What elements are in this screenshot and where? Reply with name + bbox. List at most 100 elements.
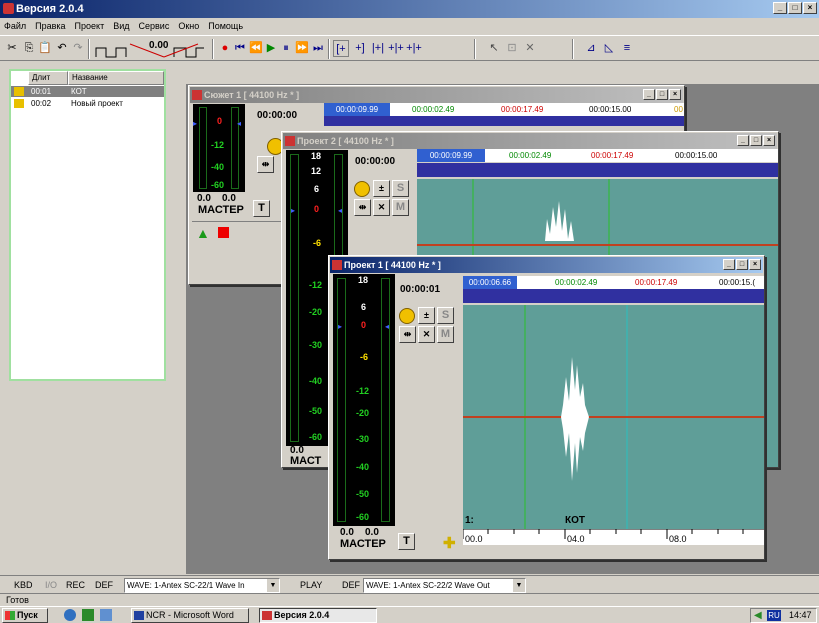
column-header-duration[interactable]: Длит: [28, 71, 68, 85]
route-button[interactable]: ⇹: [257, 156, 274, 173]
window-title[interactable]: Проект 1 [ 44100 Hz * ] _ □ ×: [330, 257, 763, 273]
start-button[interactable]: Пуск: [2, 608, 48, 623]
timeline-bar[interactable]: [463, 289, 764, 303]
maximize-button[interactable]: □: [656, 89, 668, 100]
close-button[interactable]: ×: [763, 135, 775, 146]
mute-button[interactable]: M: [392, 199, 409, 216]
wave-in-select[interactable]: WAVE: 1-Antex SC-22/1 Wave In ▼: [124, 578, 280, 593]
desktop-icon[interactable]: [82, 609, 94, 621]
record-arm-icon[interactable]: [354, 181, 370, 197]
monitor-button[interactable]: ±: [418, 307, 435, 324]
mark-range-icon[interactable]: |+|: [370, 40, 386, 57]
skip-start-icon[interactable]: ⏮: [233, 40, 247, 57]
menu-help[interactable]: Помощь: [208, 18, 243, 34]
maximize-button[interactable]: □: [736, 259, 748, 270]
fader-right-icon[interactable]: ◂: [338, 206, 342, 215]
maximize-button[interactable]: □: [788, 2, 802, 14]
redo-icon[interactable]: ↷: [71, 40, 85, 57]
minimize-button[interactable]: _: [737, 135, 749, 146]
envelope-button[interactable]: ✕: [373, 199, 390, 216]
up-arrow-icon[interactable]: ▲: [196, 225, 210, 241]
stop-icon[interactable]: [218, 227, 229, 238]
menu-file[interactable]: Файл: [4, 18, 26, 34]
fast-forward-icon[interactable]: ⏩: [295, 40, 309, 57]
chevron-down-icon[interactable]: ▼: [267, 579, 279, 592]
app-icon: [262, 611, 272, 620]
fader-left-icon[interactable]: ▸: [193, 119, 197, 128]
language-indicator[interactable]: RU: [767, 610, 781, 621]
time-ruler[interactable]: 00.0 04.0 08.0: [463, 529, 764, 545]
list-item[interactable]: 00:01 КОТ: [11, 86, 164, 97]
menu-project[interactable]: Проект: [75, 18, 105, 34]
solo-button[interactable]: S: [392, 180, 409, 197]
mute-button[interactable]: M: [437, 326, 454, 343]
solo-button[interactable]: S: [437, 307, 454, 324]
def-in-button[interactable]: DEF: [95, 578, 113, 592]
fader-left-icon[interactable]: ▸: [291, 206, 295, 215]
undo-icon[interactable]: ↶: [55, 40, 69, 57]
scrub-slider[interactable]: 0.00: [94, 40, 206, 58]
mix-icon[interactable]: ≡: [619, 40, 635, 57]
menu-window[interactable]: Окно: [178, 18, 199, 34]
fade-out-icon[interactable]: ◺: [601, 40, 617, 57]
menu-view[interactable]: Вид: [113, 18, 129, 34]
zoom-tool-icon[interactable]: ⊡: [505, 40, 519, 57]
route-button[interactable]: ⇹: [399, 326, 416, 343]
minimize-button[interactable]: _: [643, 89, 655, 100]
rewind-icon[interactable]: ⏪: [249, 40, 263, 57]
mark-out-icon[interactable]: +]: [352, 40, 368, 57]
window-title[interactable]: Сюжет 1 [ 44100 Hz * ] _ □ ×: [190, 87, 683, 103]
monitor-button[interactable]: ±: [373, 180, 390, 197]
pause-icon[interactable]: ⏸: [280, 40, 292, 57]
play-icon[interactable]: ▶: [265, 40, 277, 57]
copy-icon[interactable]: ⎘: [22, 40, 36, 57]
mark-in-icon[interactable]: [+: [333, 40, 349, 57]
text-button[interactable]: T: [398, 533, 415, 550]
explorer-icon[interactable]: [100, 609, 112, 621]
fader-left-icon[interactable]: ▸: [338, 322, 342, 331]
browser-icon[interactable]: [64, 609, 76, 621]
cut-icon[interactable]: ✂: [5, 40, 19, 57]
io-button[interactable]: I/O: [45, 578, 57, 592]
task-versiya[interactable]: Версия 2.0.4: [259, 608, 377, 623]
envelope-button[interactable]: ✕: [418, 326, 435, 343]
record-arm-icon[interactable]: [399, 308, 415, 324]
fade-in-icon[interactable]: ⊿: [583, 40, 599, 57]
pointer-tool-icon[interactable]: ↖: [487, 40, 501, 57]
app-title: Версия 2.0.4: [16, 3, 84, 15]
window-title[interactable]: Проект 2 [ 44100 Hz * ] _ □ ×: [283, 133, 777, 149]
def-out-button[interactable]: DEF: [342, 578, 360, 592]
close-button[interactable]: ×: [749, 259, 761, 270]
join-icon[interactable]: +|+: [406, 40, 422, 57]
list-item[interactable]: 00:02 Новый проект: [11, 98, 164, 109]
task-word[interactable]: NCR - Microsoft Word: [131, 608, 249, 623]
skip-end-icon[interactable]: ⏭: [311, 40, 325, 57]
close-button[interactable]: ×: [803, 2, 817, 14]
volume-icon[interactable]: ◀: [754, 610, 762, 621]
waveform-track[interactable]: 1: КОТ: [463, 305, 764, 529]
wave-out-select[interactable]: WAVE: 1-Antex SC-22/2 Wave Out ▼: [363, 578, 526, 593]
route-button[interactable]: ⇹: [354, 199, 371, 216]
chevron-down-icon[interactable]: ▼: [513, 579, 525, 592]
minimize-button[interactable]: _: [723, 259, 735, 270]
column-header-name[interactable]: Название: [68, 71, 164, 85]
text-button[interactable]: T: [253, 200, 270, 217]
maximize-button[interactable]: □: [750, 135, 762, 146]
menu-service[interactable]: Сервис: [139, 18, 170, 34]
fader-right-icon[interactable]: ◂: [237, 119, 241, 128]
rec-button[interactable]: REC: [66, 578, 85, 592]
timeline-bar[interactable]: [324, 116, 684, 126]
fader-right-icon[interactable]: ◂: [385, 322, 389, 331]
kbd-button[interactable]: KBD: [14, 578, 33, 592]
paste-icon[interactable]: 📋: [38, 40, 52, 57]
record-icon[interactable]: ●: [219, 40, 231, 57]
delete-tool-icon[interactable]: ✕: [523, 40, 537, 57]
close-button[interactable]: ×: [669, 89, 681, 100]
window-project-1[interactable]: Проект 1 [ 44100 Hz * ] _ □ × 18 6 0 -6 …: [328, 255, 765, 560]
timeline-bar[interactable]: [417, 163, 778, 177]
play-button[interactable]: PLAY: [300, 578, 322, 592]
menu-edit[interactable]: Правка: [35, 18, 65, 34]
minimize-button[interactable]: _: [773, 2, 787, 14]
split-icon[interactable]: +|+: [388, 40, 404, 57]
add-track-icon[interactable]: ✚: [443, 534, 456, 552]
